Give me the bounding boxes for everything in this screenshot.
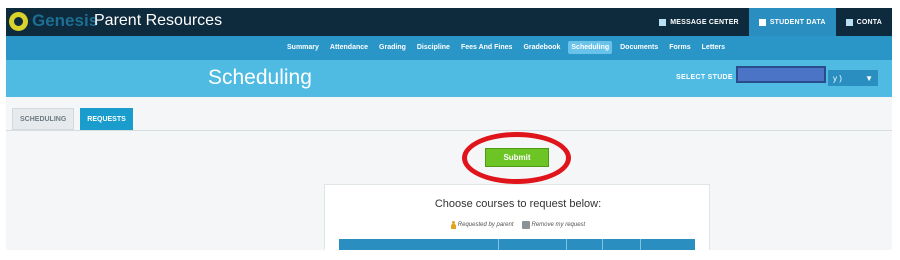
contact-label: CONTA [856, 18, 882, 26]
page-title-bar: Scheduling SELECT STUDE y ) ▼ [6, 60, 892, 97]
highlight-annotation [462, 132, 571, 184]
person-icon [450, 221, 456, 229]
contact-link[interactable]: CONTA [836, 8, 892, 36]
student-select[interactable]: y ) ▼ [828, 70, 878, 86]
student-data-label: STUDENT DATA [769, 18, 826, 26]
table-header-cell [603, 239, 641, 250]
nav-fees-and-fines[interactable]: Fees And Fines [458, 41, 515, 54]
top-header: Genesis Parent Resources MESSAGE CENTER … [6, 8, 892, 36]
home-icon [659, 18, 667, 26]
logo-text[interactable]: Genesis [32, 11, 98, 31]
nav-summary[interactable]: Summary [284, 41, 322, 54]
chevron-down-icon: ▼ [865, 73, 873, 83]
nav-grading[interactable]: Grading [376, 41, 409, 54]
nav-discipline[interactable]: Discipline [414, 41, 453, 54]
nav-documents[interactable]: Documents [617, 41, 661, 54]
student-data-link[interactable]: STUDENT DATA [748, 8, 836, 36]
student-select-value: y ) [833, 73, 842, 83]
legend-remove: Remove my request [521, 221, 586, 229]
top-links: MESSAGE CENTER STUDENT DATA CONTA [649, 8, 892, 36]
legend-remove-label: Remove my request [531, 222, 586, 228]
nav-gradebook[interactable]: Gradebook [520, 41, 563, 54]
tab-scheduling[interactable]: SCHEDULING [12, 108, 75, 130]
legend: Requested by parent Remove my request [325, 221, 711, 229]
redaction-box [736, 66, 826, 83]
page-title: Scheduling [208, 66, 312, 89]
requests-heading: Choose courses to request below: [434, 198, 602, 210]
table-header-cell [567, 239, 603, 250]
contact-icon [845, 18, 853, 26]
select-student-label: SELECT STUDE [676, 74, 733, 81]
nav-forms[interactable]: Forms [666, 41, 693, 54]
requests-panel: Choose courses to request below: Request… [324, 184, 710, 250]
app-title: Parent Resources [94, 12, 223, 29]
nav-attendance[interactable]: Attendance [327, 41, 371, 54]
tab-divider [6, 130, 892, 131]
nav-scheduling[interactable]: Scheduling [568, 41, 613, 54]
users-icon [758, 18, 766, 26]
remove-icon [521, 221, 530, 229]
table-header-cell [339, 239, 499, 250]
schedule-tabs: SCHEDULING REQUESTS [12, 108, 133, 130]
message-center-link[interactable]: MESSAGE CENTER [649, 8, 749, 36]
legend-requested: Requested by parent [450, 221, 514, 229]
tab-requests[interactable]: REQUESTS [80, 108, 133, 130]
genesis-logo-icon[interactable] [9, 12, 28, 31]
sub-navigation: Summary Attendance Grading Discipline Fe… [6, 36, 892, 60]
course-table-header [339, 239, 695, 250]
nav-letters[interactable]: Letters [699, 41, 728, 54]
legend-requested-label: Requested by parent [457, 222, 514, 228]
browser-content: Genesis Parent Resources MESSAGE CENTER … [6, 8, 892, 250]
table-header-cell [499, 239, 567, 250]
message-center-label: MESSAGE CENTER [670, 18, 739, 26]
